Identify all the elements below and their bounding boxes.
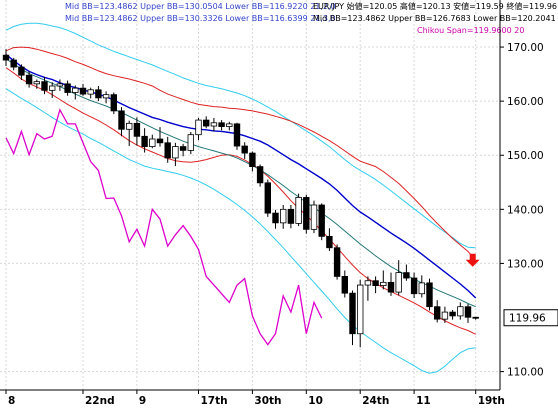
candle-body xyxy=(403,272,410,279)
candle-body xyxy=(272,212,279,224)
candle-body xyxy=(87,89,94,95)
candle-body xyxy=(249,152,256,168)
candle-body xyxy=(457,306,464,317)
x-tick-label: 8 xyxy=(8,395,15,407)
candle-body xyxy=(56,83,64,87)
candle-body xyxy=(441,311,449,320)
candle-body xyxy=(179,146,187,151)
candle xyxy=(318,203,325,241)
candle xyxy=(295,193,302,227)
indicator-label: Mid BB=123.4862 Upper BB=130.3326 Lower … xyxy=(65,14,336,23)
candle xyxy=(264,179,271,217)
candle-body xyxy=(380,281,387,287)
candle-body xyxy=(195,119,202,136)
candle-body xyxy=(126,122,133,130)
candle-body xyxy=(49,85,56,91)
candle-body xyxy=(256,166,264,184)
x-tick-label: 19th xyxy=(478,395,505,407)
candle-body xyxy=(202,119,210,127)
candle-body xyxy=(210,122,218,127)
candle-body xyxy=(418,282,425,295)
candle-body xyxy=(264,182,271,214)
candle-body xyxy=(41,81,48,91)
y-axis: 170.00 160.00 150.00 140.00 130.00 110.00 119.… xyxy=(499,0,558,390)
plot-area xyxy=(0,0,500,390)
candle-body xyxy=(464,306,472,318)
y-tick-label: 160.00 xyxy=(507,96,544,108)
candle-body xyxy=(433,306,441,320)
candle-body xyxy=(356,284,364,335)
candle-body xyxy=(172,146,179,159)
candle-body xyxy=(295,197,302,224)
candle-body xyxy=(341,276,348,294)
candle-body xyxy=(25,74,33,85)
candle-body xyxy=(233,123,241,147)
indicator-label: Mid BB=123.4862 Upper BB=126.7683 Lower … xyxy=(313,14,558,23)
candle-body xyxy=(118,110,125,130)
candle-body xyxy=(279,208,287,224)
candle-body xyxy=(364,280,372,286)
candle-body xyxy=(95,89,102,99)
candle-body xyxy=(2,54,10,61)
candle-body xyxy=(164,142,171,159)
candle-body xyxy=(472,316,479,319)
x-tick-label: 11 xyxy=(416,395,431,407)
candle-body xyxy=(33,81,40,85)
x-tick-label: 17th xyxy=(201,395,228,407)
candle xyxy=(333,244,341,280)
candle-body xyxy=(218,122,225,127)
candle-body xyxy=(449,311,456,317)
candle xyxy=(233,122,241,150)
candle-body xyxy=(141,135,148,147)
candle-body xyxy=(349,292,356,335)
candle-body xyxy=(10,59,17,68)
y-tick-label: 140.00 xyxy=(507,204,544,216)
candle-body xyxy=(110,94,117,112)
candle-body xyxy=(72,87,79,93)
y-tick-label: 150.00 xyxy=(507,150,544,162)
candle-body xyxy=(426,282,433,308)
candle-body xyxy=(318,204,325,237)
candle-body xyxy=(102,94,110,99)
candle xyxy=(310,200,318,234)
candle-body xyxy=(310,204,318,230)
current-price-label: 119.96 xyxy=(509,313,546,325)
candle-body xyxy=(372,280,379,287)
candle-body xyxy=(387,281,395,293)
candle-body xyxy=(395,272,402,293)
x-tick-label: 30th xyxy=(254,395,281,407)
x-tick-label: 9 xyxy=(139,395,146,407)
y-tick-label: 170.00 xyxy=(507,42,544,54)
x-axis: 8 22nd 9 17th 30th 10 24th 11 19th xyxy=(0,389,505,407)
eurjpy-candlestick-chart: Mid BB=123.4862 Upper BB=130.0504 Lower … xyxy=(0,0,558,407)
candle-body xyxy=(18,66,25,76)
candle xyxy=(110,92,117,115)
x-tick-label: 10 xyxy=(308,395,323,407)
x-tick-label: 22nd xyxy=(85,395,115,407)
candle xyxy=(303,194,310,234)
candle-body xyxy=(133,122,141,137)
candle-body xyxy=(241,145,248,154)
candle-body xyxy=(149,138,156,147)
candle-body xyxy=(333,247,341,277)
candle-body xyxy=(79,87,87,95)
y-tick-label: 130.00 xyxy=(507,258,544,270)
candle-body xyxy=(410,277,418,295)
candle-body xyxy=(226,123,233,127)
x-tick-label: 24th xyxy=(362,395,389,407)
indicator-label: Mid BB=123.4862 Upper BB=130.0504 Lower … xyxy=(65,2,336,11)
indicator-label: Chikou Span=119.9600 20 xyxy=(417,26,524,35)
candle-body xyxy=(187,134,194,151)
candle-body xyxy=(64,83,71,93)
candle-body xyxy=(303,197,310,230)
indicator-label: EUR/JPY 始値=120.05 高値=120.13 安値=119.59 終値… xyxy=(313,1,557,11)
candle-body xyxy=(156,138,164,144)
candle xyxy=(426,278,433,311)
y-tick-label: 110.00 xyxy=(507,367,544,379)
candle-body xyxy=(326,235,333,249)
candle-body xyxy=(287,208,295,224)
